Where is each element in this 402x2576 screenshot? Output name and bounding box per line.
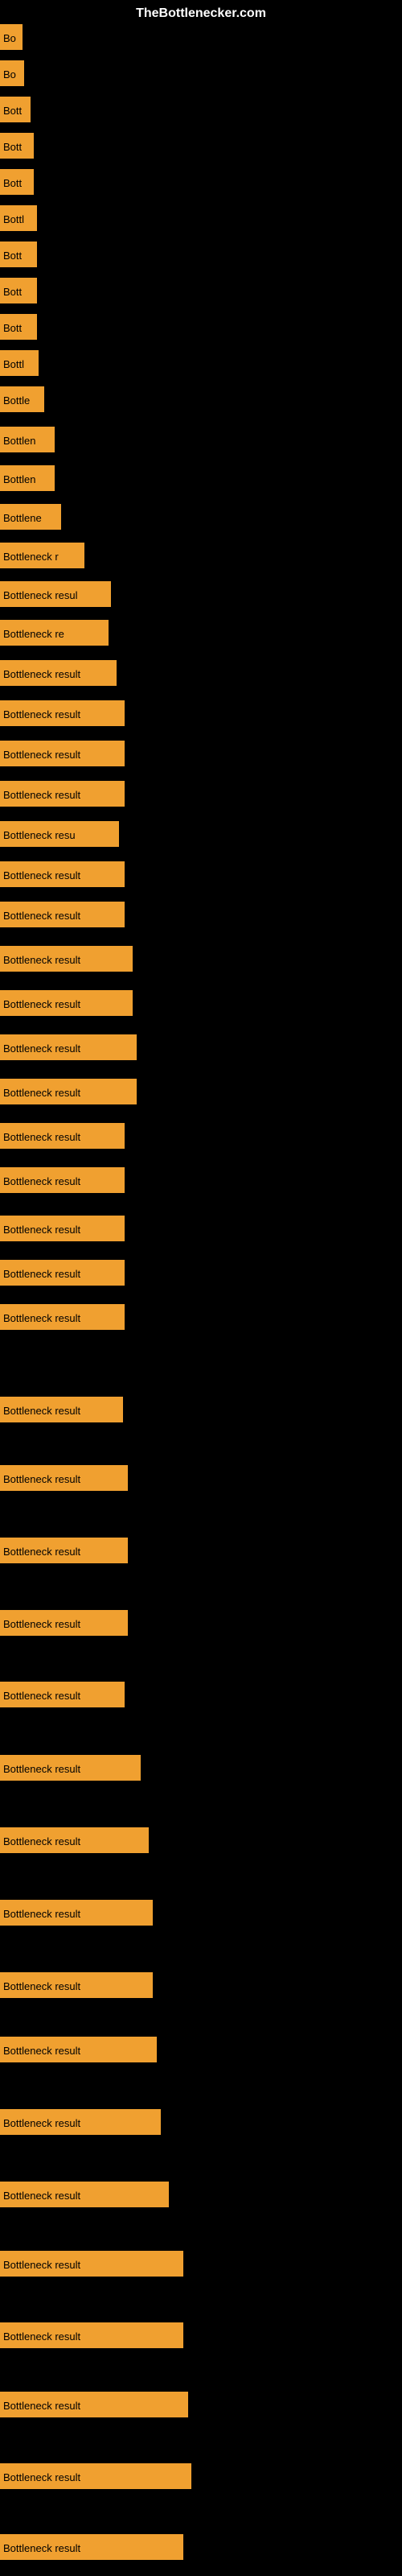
bottleneck-item: Bo [0,60,24,86]
bottleneck-item: Bottleneck result [0,1123,125,1149]
bottleneck-item: Bottleneck resu [0,821,119,847]
bottleneck-item: Bottleneck result [0,781,125,807]
bottleneck-item: Bottleneck result [0,2037,157,2062]
bottleneck-item: Bottleneck result [0,902,125,927]
bottleneck-item: Bottleneck result [0,1465,128,1491]
bottleneck-item: Bo [0,24,23,50]
bottleneck-item: Bottleneck result [0,1972,153,1998]
bottleneck-item: Bott [0,133,34,159]
bottleneck-item: Bott [0,314,37,340]
bottleneck-item: Bottlen [0,427,55,452]
bottleneck-item: Bottleneck result [0,2251,183,2277]
bottleneck-item: Bottle [0,386,44,412]
bottleneck-item: Bottleneck result [0,2392,188,2417]
bottleneck-item: Bottleneck result [0,990,133,1016]
bottleneck-item: Bottleneck re [0,620,109,646]
bottleneck-item: Bottleneck result [0,2109,161,2135]
bottleneck-item: Bott [0,97,31,122]
bottleneck-item: Bottleneck result [0,1755,141,1781]
bottleneck-item: Bottleneck result [0,1827,149,1853]
bottleneck-item: Bottleneck result [0,861,125,887]
bottleneck-item: Bottleneck result [0,1538,128,1563]
bottleneck-item: Bottleneck result [0,1304,125,1330]
bottleneck-item: Bottleneck result [0,2182,169,2207]
bottleneck-item: Bottleneck result [0,1610,128,1636]
bottleneck-item: Bottleneck result [0,1167,125,1193]
bottleneck-item: Bottleneck result [0,2534,183,2560]
site-title: TheBottlenecker.com [136,6,266,21]
bottleneck-item: Bottleneck result [0,741,125,766]
bottleneck-item: Bott [0,169,34,195]
bottleneck-item: Bottlen [0,465,55,491]
bottleneck-item: Bottleneck result [0,2463,191,2489]
bottleneck-item: Bottleneck result [0,1079,137,1104]
bottleneck-item: Bottl [0,205,37,231]
bottleneck-item: Bottleneck r [0,543,84,568]
bottleneck-item: Bottlene [0,504,61,530]
bottleneck-item: Bottleneck result [0,660,117,686]
bottleneck-item: Bottleneck resul [0,581,111,607]
bottleneck-item: Bottl [0,350,39,376]
bottleneck-item: Bott [0,278,37,303]
bottleneck-item: Bottleneck result [0,700,125,726]
bottleneck-item: Bottleneck result [0,1034,137,1060]
bottleneck-item: Bottleneck result [0,1397,123,1422]
bottleneck-item: Bottleneck result [0,2322,183,2348]
bottleneck-item: Bottleneck result [0,1260,125,1286]
bottleneck-item: Bottleneck result [0,1900,153,1926]
bottleneck-item: Bott [0,242,37,267]
bottleneck-item: Bottleneck result [0,946,133,972]
bottleneck-item: Bottleneck result [0,1216,125,1241]
bottleneck-item: Bottleneck result [0,1682,125,1707]
